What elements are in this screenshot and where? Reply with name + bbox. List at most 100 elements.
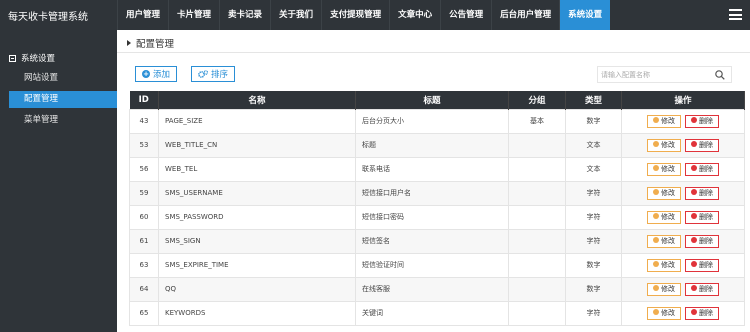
delete-button[interactable]: 删除 <box>685 258 719 272</box>
edit-button[interactable]: 修改 <box>647 186 681 200</box>
delete-label: 删除 <box>699 140 713 149</box>
cell-type: 字符 <box>565 300 622 326</box>
nav-item[interactable]: 后台用户管理 <box>491 0 559 30</box>
sort-button-label: 排序 <box>211 70 229 80</box>
edit-button[interactable]: 修改 <box>647 162 681 176</box>
nav-item[interactable]: 系统设置 <box>559 0 611 30</box>
edit-button[interactable]: 修改 <box>647 234 681 248</box>
delete-label: 删除 <box>699 284 713 293</box>
edit-icon <box>653 236 659 243</box>
edit-button[interactable]: 修改 <box>647 138 681 152</box>
table-row: 59 SMS_USERNAME 短信接口用户名 字符 修改 删除 <box>129 180 745 206</box>
nav-item[interactable]: 卖卡记录 <box>219 0 270 30</box>
cell-actions: 修改 删除 <box>621 252 745 278</box>
edit-label: 修改 <box>661 308 675 317</box>
edit-label: 修改 <box>661 212 675 221</box>
search-box <box>597 66 732 83</box>
nav-item[interactable]: 用户管理 <box>117 0 168 30</box>
cell-group <box>508 180 566 206</box>
cell-title: 在线客服 <box>355 276 509 302</box>
cell-group <box>508 228 566 254</box>
cell-id: 63 <box>129 252 159 278</box>
table-row: 56 WEB_TEL 联系电话 文本 修改 删除 <box>129 156 745 182</box>
edit-icon <box>653 260 659 267</box>
nav-item[interactable]: 支付提现管理 <box>321 0 389 30</box>
cell-title: 短信签名 <box>355 228 509 254</box>
edit-icon <box>653 284 659 291</box>
cell-name: WEB_TITLE_CN <box>158 132 356 158</box>
collapse-icon <box>9 54 16 62</box>
cell-title: 短信接口密码 <box>355 204 509 230</box>
search-input[interactable] <box>598 67 708 82</box>
delete-label: 删除 <box>699 212 713 221</box>
sidebar-section-header[interactable]: 系统设置 <box>9 52 55 64</box>
delete-button[interactable]: 删除 <box>685 186 719 200</box>
delete-icon <box>691 260 697 267</box>
cell-id: 61 <box>129 228 159 254</box>
edit-button[interactable]: 修改 <box>647 306 681 320</box>
cell-group <box>508 132 566 158</box>
cell-title: 标题 <box>355 132 509 158</box>
edit-icon <box>653 188 659 195</box>
delete-button[interactable]: 删除 <box>685 138 719 152</box>
cell-type: 文本 <box>565 132 622 158</box>
edit-icon <box>653 212 659 219</box>
delete-button[interactable]: 删除 <box>685 234 719 248</box>
cell-group <box>508 276 566 302</box>
delete-label: 删除 <box>699 308 713 317</box>
cell-id: 56 <box>129 156 159 182</box>
nav-item[interactable]: 关于我们 <box>270 0 321 30</box>
cell-group: 基本 <box>508 108 566 134</box>
gears-icon <box>198 69 208 78</box>
cell-id: 59 <box>129 180 159 206</box>
nav-item[interactable]: 公告管理 <box>440 0 491 30</box>
cell-id: 60 <box>129 204 159 230</box>
add-button-label: 添加 <box>153 70 171 80</box>
edit-button[interactable]: 修改 <box>647 210 681 224</box>
cell-type: 字符 <box>565 204 622 230</box>
sidebar-item-site-settings[interactable]: 网站设置 <box>9 70 117 87</box>
edit-icon <box>653 164 659 171</box>
delete-label: 删除 <box>699 116 713 125</box>
cell-name: KEYWORDS <box>158 300 356 326</box>
delete-button[interactable]: 删除 <box>685 210 719 224</box>
table-row: 43 PAGE_SIZE 后台分页大小 基本 数字 修改 删除 <box>129 108 745 134</box>
delete-button[interactable]: 删除 <box>685 282 719 296</box>
column-header-group: 分组 <box>508 91 566 109</box>
delete-icon <box>691 116 697 123</box>
edit-button[interactable]: 修改 <box>647 282 681 296</box>
delete-icon <box>691 212 697 219</box>
delete-button[interactable]: 删除 <box>685 162 719 176</box>
search-icon[interactable] <box>715 70 725 80</box>
sidebar-item-menu-management[interactable]: 菜单管理 <box>9 112 117 129</box>
cell-name: SMS_USERNAME <box>158 180 356 206</box>
nav-item[interactable]: 卡片管理 <box>168 0 219 30</box>
cell-actions: 修改 删除 <box>621 156 745 182</box>
cell-id: 64 <box>129 276 159 302</box>
sidebar-item-config-management[interactable]: 配置管理 <box>9 91 117 108</box>
delete-icon <box>691 140 697 147</box>
plus-circle-icon: + <box>142 70 150 78</box>
hamburger-menu-icon[interactable] <box>729 9 742 20</box>
cell-title: 后台分页大小 <box>355 108 509 134</box>
edit-label: 修改 <box>661 188 675 197</box>
cell-id: 43 <box>129 108 159 134</box>
delete-label: 删除 <box>699 188 713 197</box>
delete-button[interactable]: 删除 <box>685 114 719 128</box>
add-button[interactable]: + 添加 <box>135 66 178 82</box>
delete-button[interactable]: 删除 <box>685 306 719 320</box>
sidebar: 系统设置 网站设置 配置管理 菜单管理 <box>0 30 117 332</box>
delete-label: 删除 <box>699 260 713 269</box>
cell-name: SMS_PASSWORD <box>158 204 356 230</box>
edit-button[interactable]: 修改 <box>647 258 681 272</box>
table-row: 60 SMS_PASSWORD 短信接口密码 字符 修改 删除 <box>129 204 745 230</box>
sort-button[interactable]: 排序 <box>191 66 236 82</box>
edit-label: 修改 <box>661 164 675 173</box>
sidebar-section-label: 系统设置 <box>21 54 56 64</box>
edit-button[interactable]: 修改 <box>647 114 681 128</box>
edit-label: 修改 <box>661 116 675 125</box>
nav-item[interactable]: 文章中心 <box>389 0 440 30</box>
cell-name: SMS_SIGN <box>158 228 356 254</box>
edit-icon <box>653 308 659 315</box>
cell-name: PAGE_SIZE <box>158 108 356 134</box>
